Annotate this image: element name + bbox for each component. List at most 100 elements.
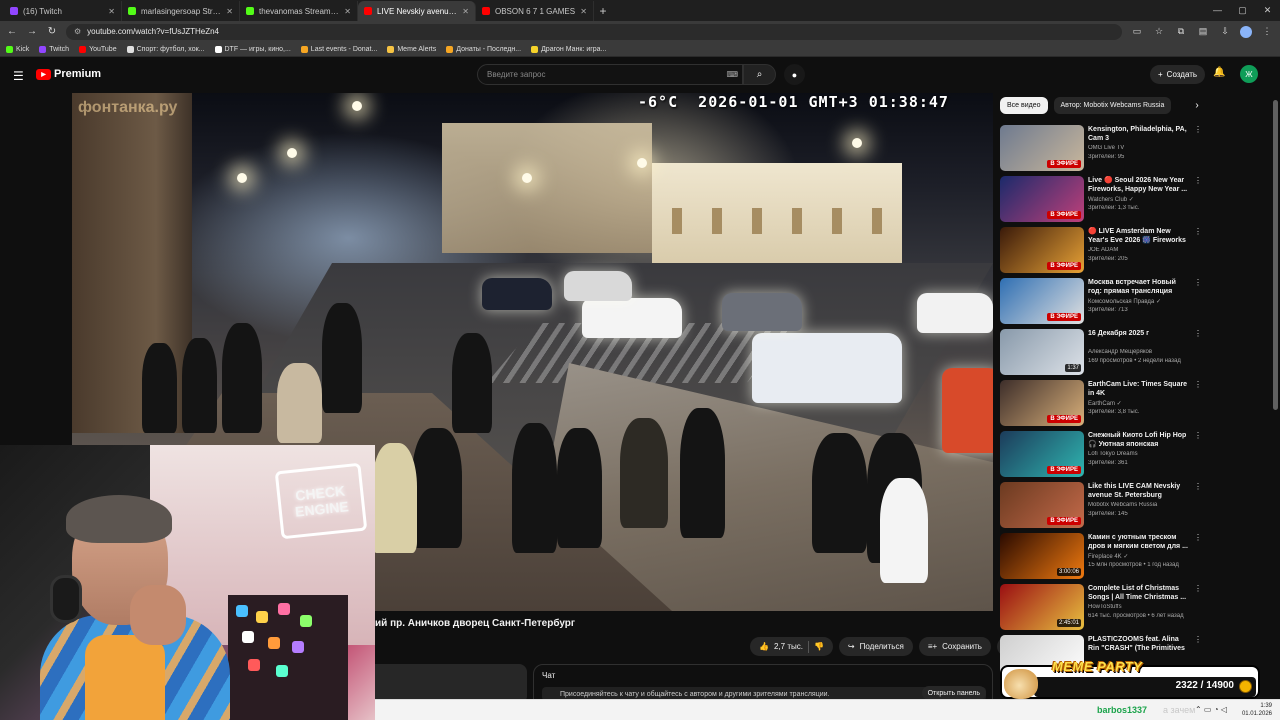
related-video-title[interactable]: Complete List of Christmas Songs | All T… bbox=[1088, 584, 1188, 602]
download-icon[interactable]: ⇩ bbox=[1218, 26, 1232, 37]
chip-all-videos[interactable]: Все видео bbox=[1000, 97, 1048, 114]
related-video-item[interactable]: В ЭФИРЕ Like this LIVE CAM Nevskiy avenue… bbox=[1000, 480, 1270, 531]
kebab-menu-icon[interactable]: ⋮ bbox=[1194, 584, 1202, 593]
site-info-icon[interactable]: ⚙ bbox=[74, 27, 81, 36]
voice-search-button[interactable]: ● bbox=[784, 64, 805, 85]
youtube-logo[interactable]: ▶ Premium bbox=[36, 68, 101, 80]
kebab-menu-icon[interactable]: ⋮ bbox=[1194, 431, 1202, 440]
chip-author[interactable]: Автор: Mobotix Webcams Russia bbox=[1053, 97, 1172, 114]
kebab-menu-icon[interactable]: ⋮ bbox=[1194, 125, 1202, 134]
related-video-channel[interactable]: JOE ADAM bbox=[1088, 247, 1196, 253]
thumbs-down-icon[interactable]: 👎 bbox=[814, 642, 824, 651]
like-dislike-button[interactable]: 👍 2,7 тыс. 👎 bbox=[750, 637, 833, 656]
maximize-icon[interactable]: ▢ bbox=[1230, 0, 1255, 20]
notifications-bell-icon[interactable]: 🔔 bbox=[1213, 67, 1225, 78]
bookmark-item[interactable]: YouTube bbox=[79, 45, 117, 53]
close-window-icon[interactable]: ✕ bbox=[1255, 0, 1280, 20]
video-thumbnail[interactable]: 2:45:01 bbox=[1000, 584, 1084, 630]
keyboard-icon[interactable]: ⌨ bbox=[726, 70, 738, 79]
related-video-title[interactable]: EarthCam Live: Times Square in 4K bbox=[1088, 380, 1188, 398]
kebab-menu-icon[interactable]: ⋮ bbox=[1194, 380, 1202, 389]
video-thumbnail[interactable]: 1:37 bbox=[1000, 329, 1084, 375]
kebab-menu-icon[interactable]: ⋮ bbox=[1194, 533, 1202, 542]
search-button[interactable]: ⌕ bbox=[743, 64, 776, 85]
kebab-menu-icon[interactable]: ⋮ bbox=[1194, 176, 1202, 185]
tab-close-icon[interactable]: ✕ bbox=[580, 7, 587, 16]
menu-icon[interactable]: ☰ bbox=[13, 69, 24, 83]
related-video-item[interactable]: 1:37 16 Декабря 2025 г Александр Мещеряков… bbox=[1000, 327, 1270, 378]
related-video-title[interactable]: Like this LIVE CAM Nevskiy avenue St. Pe… bbox=[1088, 482, 1188, 500]
browser-tab[interactable]: OBSON 6 7 1 GAMES ✕ bbox=[476, 1, 594, 21]
related-video-title[interactable]: Live 🔴 Seoul 2026 New Year Fireworks, Ha… bbox=[1088, 176, 1188, 194]
reload-icon[interactable]: ↻ bbox=[46, 26, 58, 37]
video-thumbnail[interactable]: В ЭФИРЕ bbox=[1000, 176, 1084, 222]
related-video-channel[interactable]: Mobotix Webcams Russia bbox=[1088, 502, 1196, 508]
bookmark-item[interactable]: Kick bbox=[6, 45, 29, 53]
bookmark-item[interactable]: Meme Alerts bbox=[387, 45, 436, 53]
related-video-channel[interactable]: Fireplace 4K ✓ bbox=[1088, 553, 1196, 560]
kebab-menu-icon[interactable]: ⋮ bbox=[1194, 227, 1202, 236]
related-video-title[interactable]: Москва встречает Новый год: прямая транс… bbox=[1088, 278, 1188, 296]
save-button[interactable]: ≡+ Сохранить bbox=[918, 637, 991, 656]
forward-icon[interactable]: → bbox=[26, 26, 38, 37]
share-button[interactable]: ↪ Поделиться bbox=[838, 637, 913, 656]
tray-icons[interactable]: ⌃ ▭ ◔ ◁ bbox=[1195, 705, 1227, 714]
new-tab-button[interactable]: + bbox=[594, 1, 612, 21]
related-video-channel[interactable]: EarthCam ✓ bbox=[1088, 400, 1196, 407]
create-button[interactable]: + Создать bbox=[1150, 65, 1206, 84]
chevron-right-icon[interactable]: › bbox=[1195, 100, 1198, 111]
kebab-menu-icon[interactable]: ⋮ bbox=[1194, 635, 1202, 644]
extensions-icon[interactable]: ⧉ bbox=[1174, 26, 1188, 37]
browser-menu-icon[interactable]: ⋮ bbox=[1260, 26, 1274, 37]
video-thumbnail[interactable]: В ЭФИРЕ bbox=[1000, 380, 1084, 426]
related-video-item[interactable]: В ЭФИРЕ Live 🔴 Seoul 2026 New Year Firewo… bbox=[1000, 174, 1270, 225]
related-video-item[interactable]: В ЭФИРЕ Снежный Киото Lofi Hip Hop 🎧 Уютн… bbox=[1000, 429, 1270, 480]
thumbs-up-icon[interactable]: 👍 bbox=[759, 642, 769, 651]
tab-close-icon[interactable]: ✕ bbox=[462, 7, 469, 16]
browser-tab[interactable]: marlasingersoap Stream - Watc ✕ bbox=[122, 1, 240, 21]
bookmark-item[interactable]: Донаты - Последн... bbox=[446, 45, 521, 53]
cast-icon[interactable]: ▭ bbox=[1130, 26, 1144, 37]
url-input[interactable]: ⚙ youtube.com/watch?v=fUsJZTHeZn4 bbox=[66, 23, 1122, 40]
browser-tab[interactable]: thevanomas Stream - Watch Li ✕ bbox=[240, 1, 358, 21]
related-video-title[interactable]: Снежный Киото Lofi Hip Hop 🎧 Уютная япон… bbox=[1088, 431, 1188, 449]
search-input[interactable]: Введите запрос ⌨ bbox=[477, 64, 743, 85]
bookmark-item[interactable]: DTF — игры, кино,... bbox=[214, 45, 291, 53]
back-icon[interactable]: ← bbox=[6, 26, 18, 37]
related-video-item[interactable]: В ЭФИРЕ 🔴 LIVE Amsterdam New Year's Eve 2… bbox=[1000, 225, 1270, 276]
kebab-menu-icon[interactable]: ⋮ bbox=[1194, 278, 1202, 287]
kebab-menu-icon[interactable]: ⋮ bbox=[1194, 329, 1202, 338]
bookmark-star-icon[interactable]: ☆ bbox=[1152, 26, 1166, 37]
video-thumbnail[interactable]: 3:00:06 bbox=[1000, 533, 1084, 579]
browser-tab[interactable]: LIVE Nevskiy avenue St. Pe ✕ bbox=[358, 1, 476, 21]
related-video-channel[interactable]: Комсомольская Правда ✓ bbox=[1088, 298, 1196, 305]
related-video-channel[interactable]: Lofi Tokyo Dreams bbox=[1088, 451, 1196, 457]
related-video-channel[interactable]: Watchers Club ✓ bbox=[1088, 196, 1196, 203]
tab-close-icon[interactable]: ✕ bbox=[108, 7, 115, 16]
video-thumbnail[interactable]: В ЭФИРЕ bbox=[1000, 482, 1084, 528]
bookmark-item[interactable]: Twitch bbox=[39, 45, 69, 53]
related-video-title[interactable]: Камин с уютным треском дров и мягким све… bbox=[1088, 533, 1188, 551]
related-video-title[interactable]: PLASTICZOOMS feat. Alina Rin "CRASH" (Th… bbox=[1088, 635, 1188, 653]
bookmark-item[interactable]: Драгон Манк: игра... bbox=[531, 45, 606, 53]
page-scrollbar[interactable] bbox=[1273, 100, 1278, 410]
related-video-item[interactable]: В ЭФИРЕ Kensington, Philadelphia, PA, Cam… bbox=[1000, 123, 1270, 174]
system-clock[interactable]: 1:39 01.01.2026 bbox=[1242, 702, 1272, 718]
video-thumbnail[interactable]: В ЭФИРЕ bbox=[1000, 431, 1084, 477]
related-video-item[interactable]: В ЭФИРЕ EarthCam Live: Times Square in 4K… bbox=[1000, 378, 1270, 429]
bookmark-item[interactable]: Last events - Donat... bbox=[300, 45, 377, 53]
sidepanel-icon[interactable]: ▤ bbox=[1196, 26, 1210, 37]
related-video-item[interactable]: 2:45:01 Complete List of Christmas Songs … bbox=[1000, 582, 1270, 633]
bookmark-item[interactable]: Спорт: футбол, хок... bbox=[126, 45, 205, 53]
related-video-title[interactable]: Kensington, Philadelphia, PA, Cam 3 bbox=[1088, 125, 1188, 143]
related-video-item[interactable]: 3:00:06 Камин с уютным треском дров и мяг… bbox=[1000, 531, 1270, 582]
related-video-channel[interactable]: Александр Мещеряков bbox=[1088, 349, 1196, 355]
related-video-channel[interactable]: OMG Live TV bbox=[1088, 145, 1196, 151]
related-video-title[interactable]: 16 Декабря 2025 г bbox=[1088, 329, 1188, 338]
video-thumbnail[interactable]: В ЭФИРЕ bbox=[1000, 278, 1084, 324]
video-thumbnail[interactable]: В ЭФИРЕ bbox=[1000, 227, 1084, 273]
description-box[interactable] bbox=[375, 664, 527, 704]
tab-close-icon[interactable]: ✕ bbox=[226, 7, 233, 16]
open-panel-button[interactable]: Открыть панель bbox=[921, 686, 986, 700]
video-thumbnail[interactable]: В ЭФИРЕ bbox=[1000, 125, 1084, 171]
